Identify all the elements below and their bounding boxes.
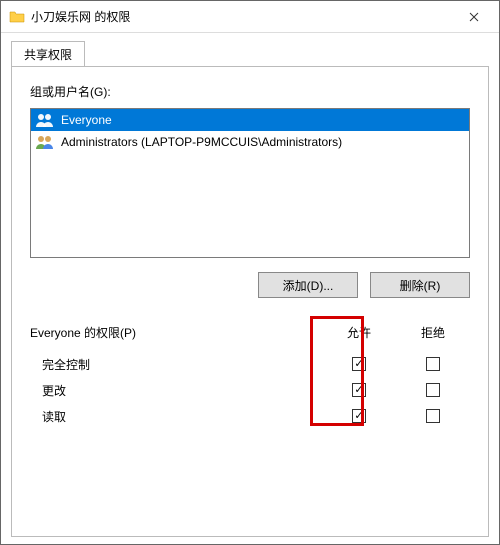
add-button[interactable]: 添加(D)... bbox=[258, 272, 358, 298]
group-icon bbox=[35, 134, 55, 150]
tab-strip: 共享权限 bbox=[1, 33, 499, 66]
permissions-header: Everyone 的权限(P) 允许 拒绝 bbox=[30, 324, 470, 341]
deny-checkbox[interactable] bbox=[426, 409, 440, 423]
groups-label: 组或用户名(G): bbox=[30, 83, 470, 100]
close-button[interactable] bbox=[451, 1, 497, 33]
group-icon bbox=[35, 112, 55, 128]
deny-checkbox[interactable] bbox=[426, 383, 440, 397]
permission-name: 读取 bbox=[30, 408, 322, 425]
list-item-label: Everyone bbox=[61, 113, 112, 127]
permission-row: 完全控制 bbox=[30, 351, 470, 377]
list-item-label: Administrators (LAPTOP-P9MCCUIS\Administ… bbox=[61, 135, 342, 149]
list-item[interactable]: Everyone bbox=[31, 109, 469, 131]
column-deny: 拒绝 bbox=[396, 324, 470, 341]
permission-name: 更改 bbox=[30, 382, 322, 399]
tab-panel: 组或用户名(G): Everyone Administrators (LAPT bbox=[11, 66, 489, 537]
permission-row: 读取 bbox=[30, 403, 470, 429]
allow-checkbox[interactable] bbox=[352, 357, 366, 371]
button-row: 添加(D)... 删除(R) bbox=[30, 272, 470, 298]
folder-icon bbox=[9, 9, 25, 25]
permission-name: 完全控制 bbox=[30, 356, 322, 373]
column-allow: 允许 bbox=[322, 324, 396, 341]
remove-button[interactable]: 删除(R) bbox=[370, 272, 470, 298]
permissions-label: Everyone 的权限(P) bbox=[30, 324, 322, 341]
permissions-section: Everyone 的权限(P) 允许 拒绝 完全控制 更改 读取 bbox=[30, 324, 470, 429]
deny-checkbox[interactable] bbox=[426, 357, 440, 371]
permission-row: 更改 bbox=[30, 377, 470, 403]
tab-share-permissions[interactable]: 共享权限 bbox=[11, 41, 85, 67]
window-title: 小刀娱乐网 的权限 bbox=[31, 8, 451, 25]
title-bar: 小刀娱乐网 的权限 bbox=[1, 1, 499, 33]
list-item[interactable]: Administrators (LAPTOP-P9MCCUIS\Administ… bbox=[31, 131, 469, 153]
allow-checkbox[interactable] bbox=[352, 383, 366, 397]
allow-checkbox[interactable] bbox=[352, 409, 366, 423]
principals-listbox[interactable]: Everyone Administrators (LAPTOP-P9MCCUIS… bbox=[30, 108, 470, 258]
